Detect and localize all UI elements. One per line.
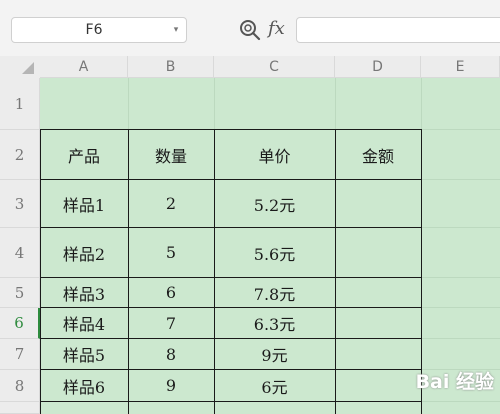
select-all-corner[interactable]: [0, 56, 40, 78]
column-header-b[interactable]: B: [128, 56, 214, 78]
select-all-triangle-icon: [22, 62, 34, 74]
table-cell-product[interactable]: 样品2: [40, 228, 128, 277]
table-cell-quantity[interactable]: 5: [128, 228, 214, 277]
table-header-unit-price[interactable]: 单价: [214, 130, 335, 179]
table-cell-quantity[interactable]: 6: [128, 278, 214, 307]
row-header-5[interactable]: 5: [0, 278, 40, 308]
table-cell-amount[interactable]: [335, 180, 421, 227]
table-cell-product[interactable]: 样品4: [40, 308, 128, 338]
dropdown-arrow-icon[interactable]: ▾: [170, 18, 182, 42]
table-cell-unit-price[interactable]: 9元: [214, 339, 335, 369]
table-cell-unit-price[interactable]: 6.3元: [214, 308, 335, 338]
table-cell-unit-price[interactable]: 6元: [214, 370, 335, 401]
table-header-amount[interactable]: 金额: [335, 130, 421, 179]
table-header-quantity[interactable]: 数量: [128, 130, 214, 179]
row-header-7[interactable]: 7: [0, 339, 40, 370]
row-header-6[interactable]: 6: [0, 308, 40, 339]
table-cell-amount[interactable]: [335, 228, 421, 277]
table-cell-amount[interactable]: [335, 339, 421, 369]
formula-input[interactable]: [296, 17, 500, 43]
baidu-jingyan-watermark: Bai 经验: [415, 371, 494, 393]
column-header-e[interactable]: E: [421, 56, 500, 78]
row-header-8[interactable]: 8: [0, 370, 40, 402]
table-cell-unit-price[interactable]: 7.8元: [214, 278, 335, 307]
row-header-1[interactable]: 1: [0, 78, 40, 130]
table-cell-quantity[interactable]: 7: [128, 308, 214, 338]
zoom-formula-icon[interactable]: [238, 18, 262, 42]
table-cell-unit-price[interactable]: 5.2元: [214, 180, 335, 227]
name-box[interactable]: F6 ▾: [11, 17, 187, 43]
row-header-9[interactable]: [0, 402, 40, 414]
table-cell-amount[interactable]: [335, 370, 421, 401]
table-cell-product[interactable]: 样品1: [40, 180, 128, 227]
table-cell-product[interactable]: 样品3: [40, 278, 128, 307]
table-cell-quantity[interactable]: 9: [128, 370, 214, 401]
column-header-d[interactable]: D: [335, 56, 421, 78]
row-header-2[interactable]: 2: [0, 130, 40, 180]
table-cell-quantity[interactable]: 8: [128, 339, 214, 369]
table-cell-product[interactable]: 样品6: [40, 370, 128, 401]
row-header-3[interactable]: 3: [0, 180, 40, 228]
table-cell-amount[interactable]: [335, 308, 421, 338]
column-header-c[interactable]: C: [214, 56, 335, 78]
row-header-4[interactable]: 4: [0, 228, 40, 278]
fx-icon[interactable]: fx: [268, 15, 292, 43]
table-cell-quantity[interactable]: 2: [128, 180, 214, 227]
table-cell-amount[interactable]: [335, 278, 421, 307]
table-header-product[interactable]: 产品: [40, 130, 128, 179]
name-box-value: F6: [85, 22, 103, 38]
table-cell-unit-price[interactable]: 5.6元: [214, 228, 335, 277]
table-cell-product[interactable]: 样品5: [40, 339, 128, 369]
formula-bar: F6 ▾ fx: [0, 0, 500, 57]
column-header-a[interactable]: A: [40, 56, 128, 78]
